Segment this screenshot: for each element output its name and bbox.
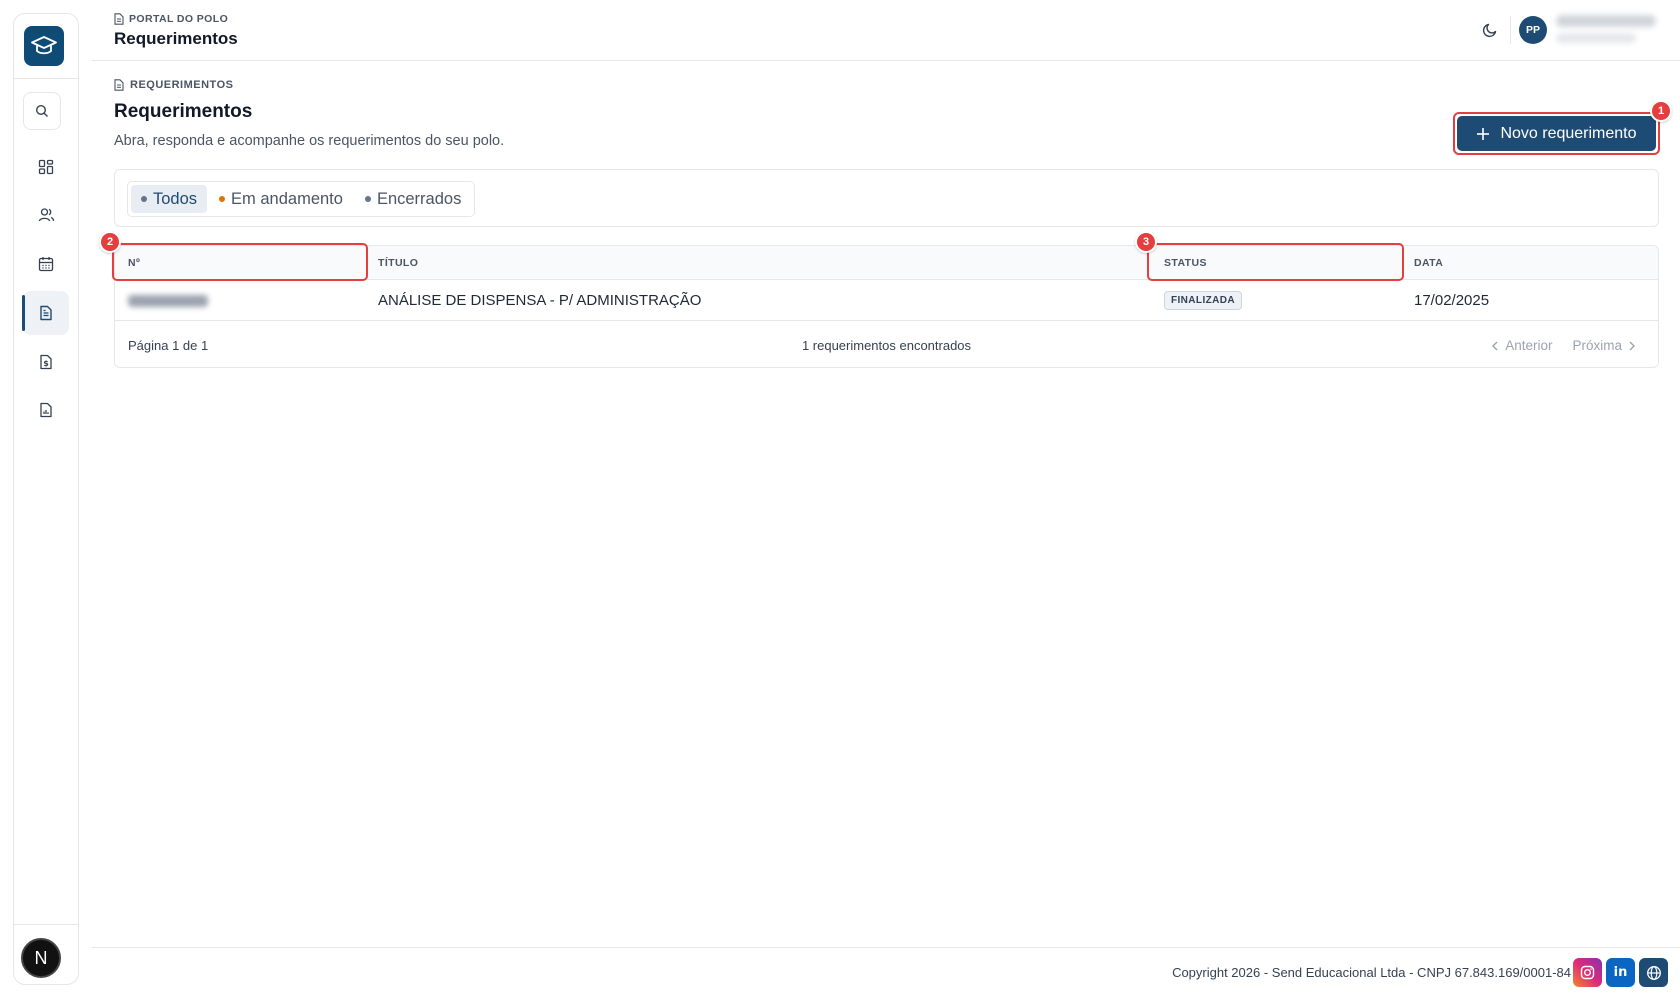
dashboard-icon xyxy=(38,159,54,175)
header-divider xyxy=(1510,16,1511,44)
new-requerimento-button[interactable]: Novo requerimento xyxy=(1457,116,1656,151)
globe-icon xyxy=(1646,965,1661,980)
filter-tab-label: Encerrados xyxy=(376,189,462,208)
sidebar-item-requerimentos[interactable] xyxy=(22,291,69,335)
results-count: 1 requerimentos encontrados xyxy=(801,338,972,353)
top-header: PORTAL DO POLO Requerimentos PP xyxy=(92,0,1680,61)
sidebar-divider xyxy=(14,78,78,79)
sidebar-divider xyxy=(14,924,78,925)
next-page-label: Próxima xyxy=(1572,338,1622,353)
sidebar-search-button[interactable] xyxy=(23,92,61,130)
nextjs-badge[interactable]: N xyxy=(21,938,61,978)
sidebar-item-relatorios[interactable] xyxy=(23,388,69,432)
document-icon xyxy=(114,79,124,91)
column-header-data[interactable]: DATA xyxy=(1414,246,1443,280)
header-breadcrumb-text: PORTAL DO POLO xyxy=(129,13,229,25)
avatar[interactable]: PP xyxy=(1519,16,1547,44)
svg-text:$: $ xyxy=(43,359,49,368)
cell-titulo: ANÁLISE DE DISPENSA - P/ ADMINISTRAÇÃO xyxy=(378,292,702,309)
status-badge: FINALIZADA xyxy=(1164,291,1242,310)
redacted-number xyxy=(128,294,208,307)
filter-card: Todos Em andamento Encerrados xyxy=(114,169,1659,227)
header-breadcrumb: PORTAL DO POLO xyxy=(114,13,228,25)
plus-icon xyxy=(1477,127,1490,140)
dot-icon xyxy=(364,196,371,202)
next-page-button[interactable]: Próxima xyxy=(1572,338,1636,353)
footer-divider xyxy=(92,947,1680,948)
user-email-redacted xyxy=(1556,33,1636,43)
page-breadcrumb: REQUERIMENTOS xyxy=(114,79,233,91)
avatar-initials: PP xyxy=(1525,24,1540,36)
moon-icon xyxy=(1482,23,1497,38)
instagram-icon xyxy=(1580,965,1595,980)
page-title: Requerimentos xyxy=(114,101,253,122)
linkedin-link[interactable]: in xyxy=(1606,958,1635,987)
previous-page-label: Anterior xyxy=(1505,338,1553,353)
sidebar-item-dashboard[interactable] xyxy=(23,145,69,189)
sidebar-item-calendar[interactable] xyxy=(23,242,69,286)
annotation-marker-label: 3 xyxy=(1142,236,1150,248)
chevron-left-icon xyxy=(1492,341,1498,350)
dot-icon xyxy=(141,196,147,202)
annotation-marker: 2 xyxy=(99,231,121,253)
website-link[interactable] xyxy=(1639,958,1668,987)
annotation-marker-label: 1 xyxy=(1657,105,1665,117)
page-breadcrumb-text: REQUERIMENTOS xyxy=(130,79,234,91)
annotation-marker: 3 xyxy=(1135,231,1157,253)
users-icon xyxy=(38,208,54,222)
chevron-right-icon xyxy=(1629,341,1635,350)
sidebar: $ N xyxy=(13,13,79,985)
document-icon xyxy=(40,305,52,321)
filter-tab-label: Em andamento xyxy=(231,189,343,208)
finance-icon: $ xyxy=(40,354,52,370)
calendar-icon xyxy=(38,257,54,272)
cell-numero xyxy=(128,280,208,321)
filter-tab-em-andamento[interactable]: Em andamento xyxy=(209,185,353,213)
linkedin-icon: in xyxy=(1613,965,1628,980)
sidebar-item-financeiro[interactable]: $ xyxy=(23,340,69,384)
logo[interactable] xyxy=(24,26,64,66)
annotation-marker-label: 2 xyxy=(106,236,114,248)
cell-status: FINALIZADA xyxy=(1164,280,1242,321)
search-icon xyxy=(35,104,48,117)
sidebar-item-users[interactable] xyxy=(23,193,69,237)
filter-tab-encerrados[interactable]: Encerrados xyxy=(355,185,471,213)
user-name-redacted[interactable] xyxy=(1556,15,1656,27)
dot-icon xyxy=(219,196,226,202)
filter-tab-label: Todos xyxy=(153,189,198,208)
table-row[interactable]: ANÁLISE DE DISPENSA - P/ ADMINISTRAÇÃO F… xyxy=(115,280,1658,321)
highlight-box xyxy=(112,243,368,281)
page-subtitle: Abra, responda e acompanhe os requerimen… xyxy=(114,133,505,149)
filter-tab-todos[interactable]: Todos xyxy=(131,185,208,213)
status-filter-group: Todos Em andamento Encerrados xyxy=(127,181,476,217)
report-icon xyxy=(40,402,52,418)
nextjs-badge-label: N xyxy=(34,947,48,968)
copyright-text: Copyright 2026 - Send Educacional Ltda -… xyxy=(1172,965,1571,980)
graduation-cap-icon xyxy=(31,36,57,55)
instagram-link[interactable] xyxy=(1573,958,1602,987)
new-requerimento-label: Novo requerimento xyxy=(1500,124,1637,142)
table-footer: Página 1 de 1 1 requerimentos encontrado… xyxy=(115,322,1658,367)
cell-data: 17/02/2025 xyxy=(1414,292,1490,309)
document-icon xyxy=(114,13,124,25)
previous-page-button[interactable]: Anterior xyxy=(1491,338,1552,353)
header-title: Requerimentos xyxy=(114,29,238,48)
annotation-marker: 1 xyxy=(1650,100,1672,122)
theme-toggle-button[interactable] xyxy=(1478,18,1502,42)
column-header-titulo[interactable]: TÍTULO xyxy=(378,246,418,280)
highlight-box xyxy=(1147,243,1404,281)
pagination: Anterior Próxima xyxy=(1491,322,1636,367)
